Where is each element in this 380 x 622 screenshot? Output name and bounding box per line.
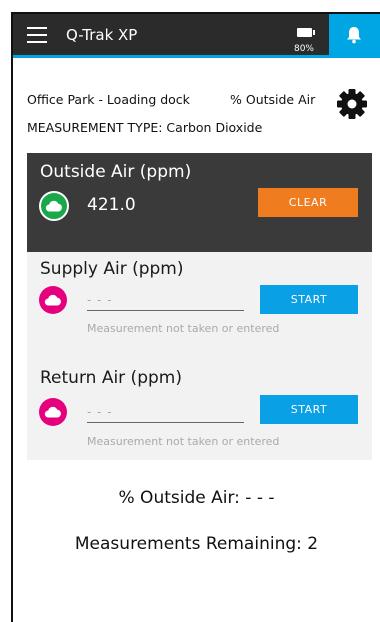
outside-air-card: Outside Air (ppm) 421.0 CLEAR	[27, 153, 372, 252]
outside-air-label: Outside Air (ppm)	[40, 162, 192, 182]
return-air-input[interactable]	[87, 405, 244, 419]
return-air-hint: Measurement not taken or entered	[87, 435, 280, 448]
notifications-button[interactable]	[329, 14, 380, 58]
return-air-label: Return Air (ppm)	[40, 368, 182, 388]
return-air-input-field	[87, 401, 244, 423]
return-air-card: Return Air (ppm) START Measurement not t…	[27, 368, 372, 460]
percent-outside-air-result: % Outside Air: - - -	[118, 488, 275, 508]
bell-icon	[347, 27, 361, 44]
menu-icon[interactable]	[27, 27, 47, 43]
battery-status: 80%	[289, 22, 319, 54]
supply-air-hint: Measurement not taken or entered	[87, 322, 280, 335]
app-title: Q-Trak XP	[66, 26, 138, 44]
battery-percent: 80%	[293, 44, 314, 54]
app-bar-accent	[13, 55, 380, 58]
measurement-type-label: MEASUREMENT TYPE: Carbon Dioxide	[27, 120, 263, 135]
app-bar: Q-Trak XP 80%	[13, 14, 380, 58]
supply-air-status-badge	[39, 286, 67, 314]
location-label: Office Park - Loading dock	[27, 92, 190, 107]
mode-label: % Outside Air	[230, 92, 316, 107]
supply-air-start-button[interactable]: START	[260, 285, 358, 314]
return-air-status-badge	[39, 398, 67, 426]
outside-air-status-badge	[39, 191, 69, 221]
return-air-start-button[interactable]: START	[260, 395, 358, 424]
outside-air-value: 421.0	[87, 195, 136, 215]
cloud-icon	[45, 200, 62, 212]
app-frame: Q-Trak XP 80% Office Park - Loading dock…	[11, 12, 380, 622]
gear-icon[interactable]	[336, 88, 368, 120]
battery-icon	[296, 28, 315, 37]
cloud-icon	[44, 294, 61, 306]
clear-button[interactable]: CLEAR	[258, 188, 358, 217]
cloud-icon	[44, 406, 61, 418]
measurements-remaining: Measurements Remaining: 2	[74, 534, 319, 554]
supply-air-input[interactable]	[87, 293, 244, 307]
info-section: Office Park - Loading dock% Outside Air …	[27, 86, 315, 142]
supply-air-input-field	[87, 289, 244, 311]
supply-air-label: Supply Air (ppm)	[40, 259, 184, 279]
supply-air-card: Supply Air (ppm) START Measurement not t…	[27, 252, 372, 368]
